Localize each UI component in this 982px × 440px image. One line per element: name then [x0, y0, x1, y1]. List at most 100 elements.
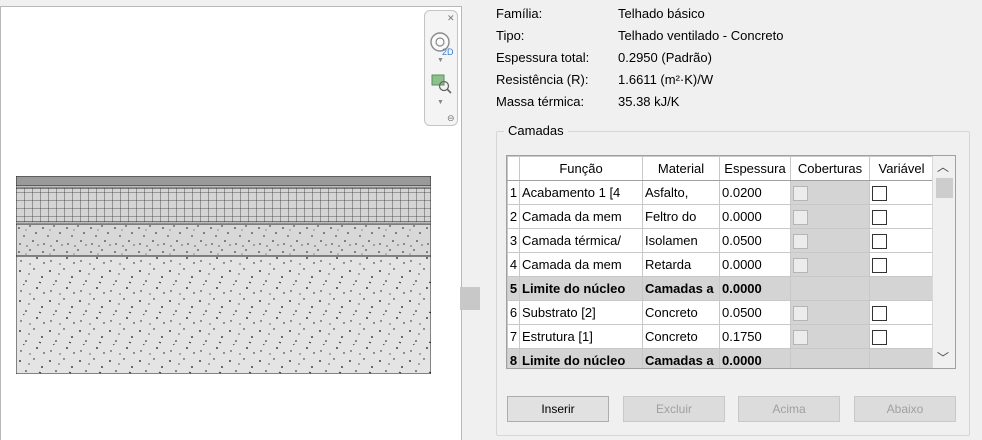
- wraps-checkbox: [793, 257, 808, 273]
- wraps-checkbox: [793, 329, 808, 345]
- table-row[interactable]: 6 Substrato [2] Concreto 0.0500: [507, 300, 934, 325]
- row-number[interactable]: 6: [507, 300, 520, 325]
- steering-wheel-icon[interactable]: 2D: [428, 29, 456, 59]
- family-value: Telhado básico: [618, 6, 705, 21]
- cell-material[interactable]: Feltro do: [642, 204, 720, 229]
- navigation-bar: ✕ 2D ▼ ▼ ⊖: [424, 10, 458, 126]
- cell-material: Camadas a: [642, 276, 720, 301]
- cell-function[interactable]: Estrutura [1]: [519, 324, 643, 349]
- wraps-checkbox: [793, 209, 808, 225]
- cell-material: Camadas a: [642, 348, 720, 368]
- variable-checkbox[interactable]: [872, 233, 887, 249]
- cell-thickness[interactable]: 0.1750: [719, 324, 791, 349]
- cell-variable[interactable]: [869, 204, 934, 229]
- move-up-button[interactable]: Acima: [738, 396, 840, 422]
- layers-table[interactable]: Função Material Espessura Coberturas Var…: [506, 155, 956, 369]
- cell-function[interactable]: Camada da mem: [519, 204, 643, 229]
- cell-thickness[interactable]: 0.0200: [719, 180, 791, 205]
- cell-material[interactable]: Concreto: [642, 324, 720, 349]
- cell-material[interactable]: Isolamen: [642, 228, 720, 253]
- minimize-icon[interactable]: ⊖: [447, 113, 455, 124]
- table-row-core-boundary[interactable]: 8 Limite do núcleo Camadas a 0.0000: [507, 348, 934, 368]
- cell-material[interactable]: Concreto: [642, 300, 720, 325]
- table-row[interactable]: 4 Camada da mem Retarda 0.0000: [507, 252, 934, 277]
- cell-thickness[interactable]: 0.0500: [719, 300, 791, 325]
- column-header-function[interactable]: Função: [519, 156, 643, 181]
- column-header-wraps[interactable]: Coberturas: [790, 156, 870, 181]
- wraps-checkbox: [793, 185, 808, 201]
- thermal-mass-label: Massa térmica:: [496, 94, 585, 109]
- property-row-resistance: Resistência (R): 1.6611 (m²·K)/W: [496, 72, 976, 94]
- column-header-number: [507, 156, 520, 181]
- cell-material[interactable]: Asfalto,: [642, 180, 720, 205]
- variable-checkbox[interactable]: [872, 257, 887, 273]
- preview-scroll-thumb[interactable]: [460, 287, 480, 310]
- column-header-variable[interactable]: Variável: [869, 156, 934, 181]
- row-number[interactable]: 8: [507, 348, 520, 368]
- variable-checkbox[interactable]: [872, 209, 887, 225]
- cell-wraps: [790, 324, 870, 349]
- chevron-down-icon[interactable]: ﹀: [937, 349, 949, 366]
- table-row[interactable]: 1 Acabamento 1 [4 Asfalto, 0.0200: [507, 180, 934, 205]
- cell-material[interactable]: Retarda: [642, 252, 720, 277]
- property-row-type: Tipo: Telhado ventilado - Concreto: [496, 28, 976, 50]
- table-row[interactable]: 2 Camada da mem Feltro do 0.0000: [507, 204, 934, 229]
- chevron-up-icon[interactable]: ︿: [937, 158, 949, 175]
- preview-scrollbar[interactable]: [462, 6, 482, 440]
- cell-wraps: [790, 300, 870, 325]
- table-row-core-boundary[interactable]: 5 Limite do núcleo Camadas a 0.0000: [507, 276, 934, 301]
- move-down-button[interactable]: Abaixo: [854, 396, 956, 422]
- variable-checkbox[interactable]: [872, 329, 887, 345]
- table-scroll-thumb[interactable]: [936, 178, 953, 198]
- table-scrollbar[interactable]: ︿ ﹀: [932, 156, 955, 368]
- chevron-down-icon[interactable]: ▼: [437, 57, 444, 64]
- cell-function[interactable]: Substrato [2]: [519, 300, 643, 325]
- delete-button[interactable]: Excluir: [623, 396, 725, 422]
- cell-wraps: [790, 228, 870, 253]
- cell-variable: [869, 276, 934, 301]
- column-header-thickness[interactable]: Espessura: [719, 156, 791, 181]
- cell-variable[interactable]: [869, 324, 934, 349]
- cell-variable[interactable]: [869, 180, 934, 205]
- type-value: Telhado ventilado - Concreto: [618, 28, 784, 43]
- total-thickness-value: 0.2950 (Padrão): [618, 50, 712, 65]
- cell-wraps: [790, 276, 870, 301]
- family-label: Família:: [496, 6, 543, 21]
- row-number[interactable]: 7: [507, 324, 520, 349]
- cell-variable[interactable]: [869, 252, 934, 277]
- zoom-region-icon[interactable]: [431, 73, 453, 95]
- layers-title: Camadas: [504, 123, 568, 139]
- wraps-checkbox: [793, 305, 808, 321]
- variable-checkbox[interactable]: [872, 305, 887, 321]
- variable-checkbox[interactable]: [872, 185, 887, 201]
- cell-function[interactable]: Acabamento 1 [4: [519, 180, 643, 205]
- cell-function[interactable]: Camada térmica/: [519, 228, 643, 253]
- cell-variable[interactable]: [869, 228, 934, 253]
- row-number[interactable]: 1: [507, 180, 520, 205]
- wraps-checkbox: [793, 233, 808, 249]
- cell-thickness[interactable]: 0.0000: [719, 204, 791, 229]
- property-row-thermal-mass: Massa térmica: 35.38 kJ/K: [496, 94, 976, 116]
- row-number[interactable]: 3: [507, 228, 520, 253]
- cell-function: Limite do núcleo: [519, 348, 643, 368]
- chevron-down-icon[interactable]: ▼: [437, 99, 444, 106]
- row-number[interactable]: 5: [507, 276, 520, 301]
- insert-button[interactable]: Inserir: [507, 396, 609, 422]
- row-number[interactable]: 4: [507, 252, 520, 277]
- cell-variable: [869, 348, 934, 368]
- table-row[interactable]: 7 Estrutura [1] Concreto 0.1750: [507, 324, 934, 349]
- cell-wraps: [790, 180, 870, 205]
- property-row-thickness: Espessura total: 0.2950 (Padrão): [496, 50, 976, 72]
- cell-variable[interactable]: [869, 300, 934, 325]
- cell-wraps: [790, 252, 870, 277]
- resistance-label: Resistência (R):: [496, 72, 589, 87]
- cell-wraps: [790, 204, 870, 229]
- cell-thickness[interactable]: 0.0500: [719, 228, 791, 253]
- cell-function[interactable]: Camada da mem: [519, 252, 643, 277]
- row-number[interactable]: 2: [507, 204, 520, 229]
- close-icon[interactable]: ✕: [447, 13, 455, 24]
- view-2d-label: 2D: [442, 47, 454, 57]
- column-header-material[interactable]: Material: [642, 156, 720, 181]
- table-row[interactable]: 3 Camada térmica/ Isolamen 0.0500: [507, 228, 934, 253]
- cell-thickness[interactable]: 0.0000: [719, 252, 791, 277]
